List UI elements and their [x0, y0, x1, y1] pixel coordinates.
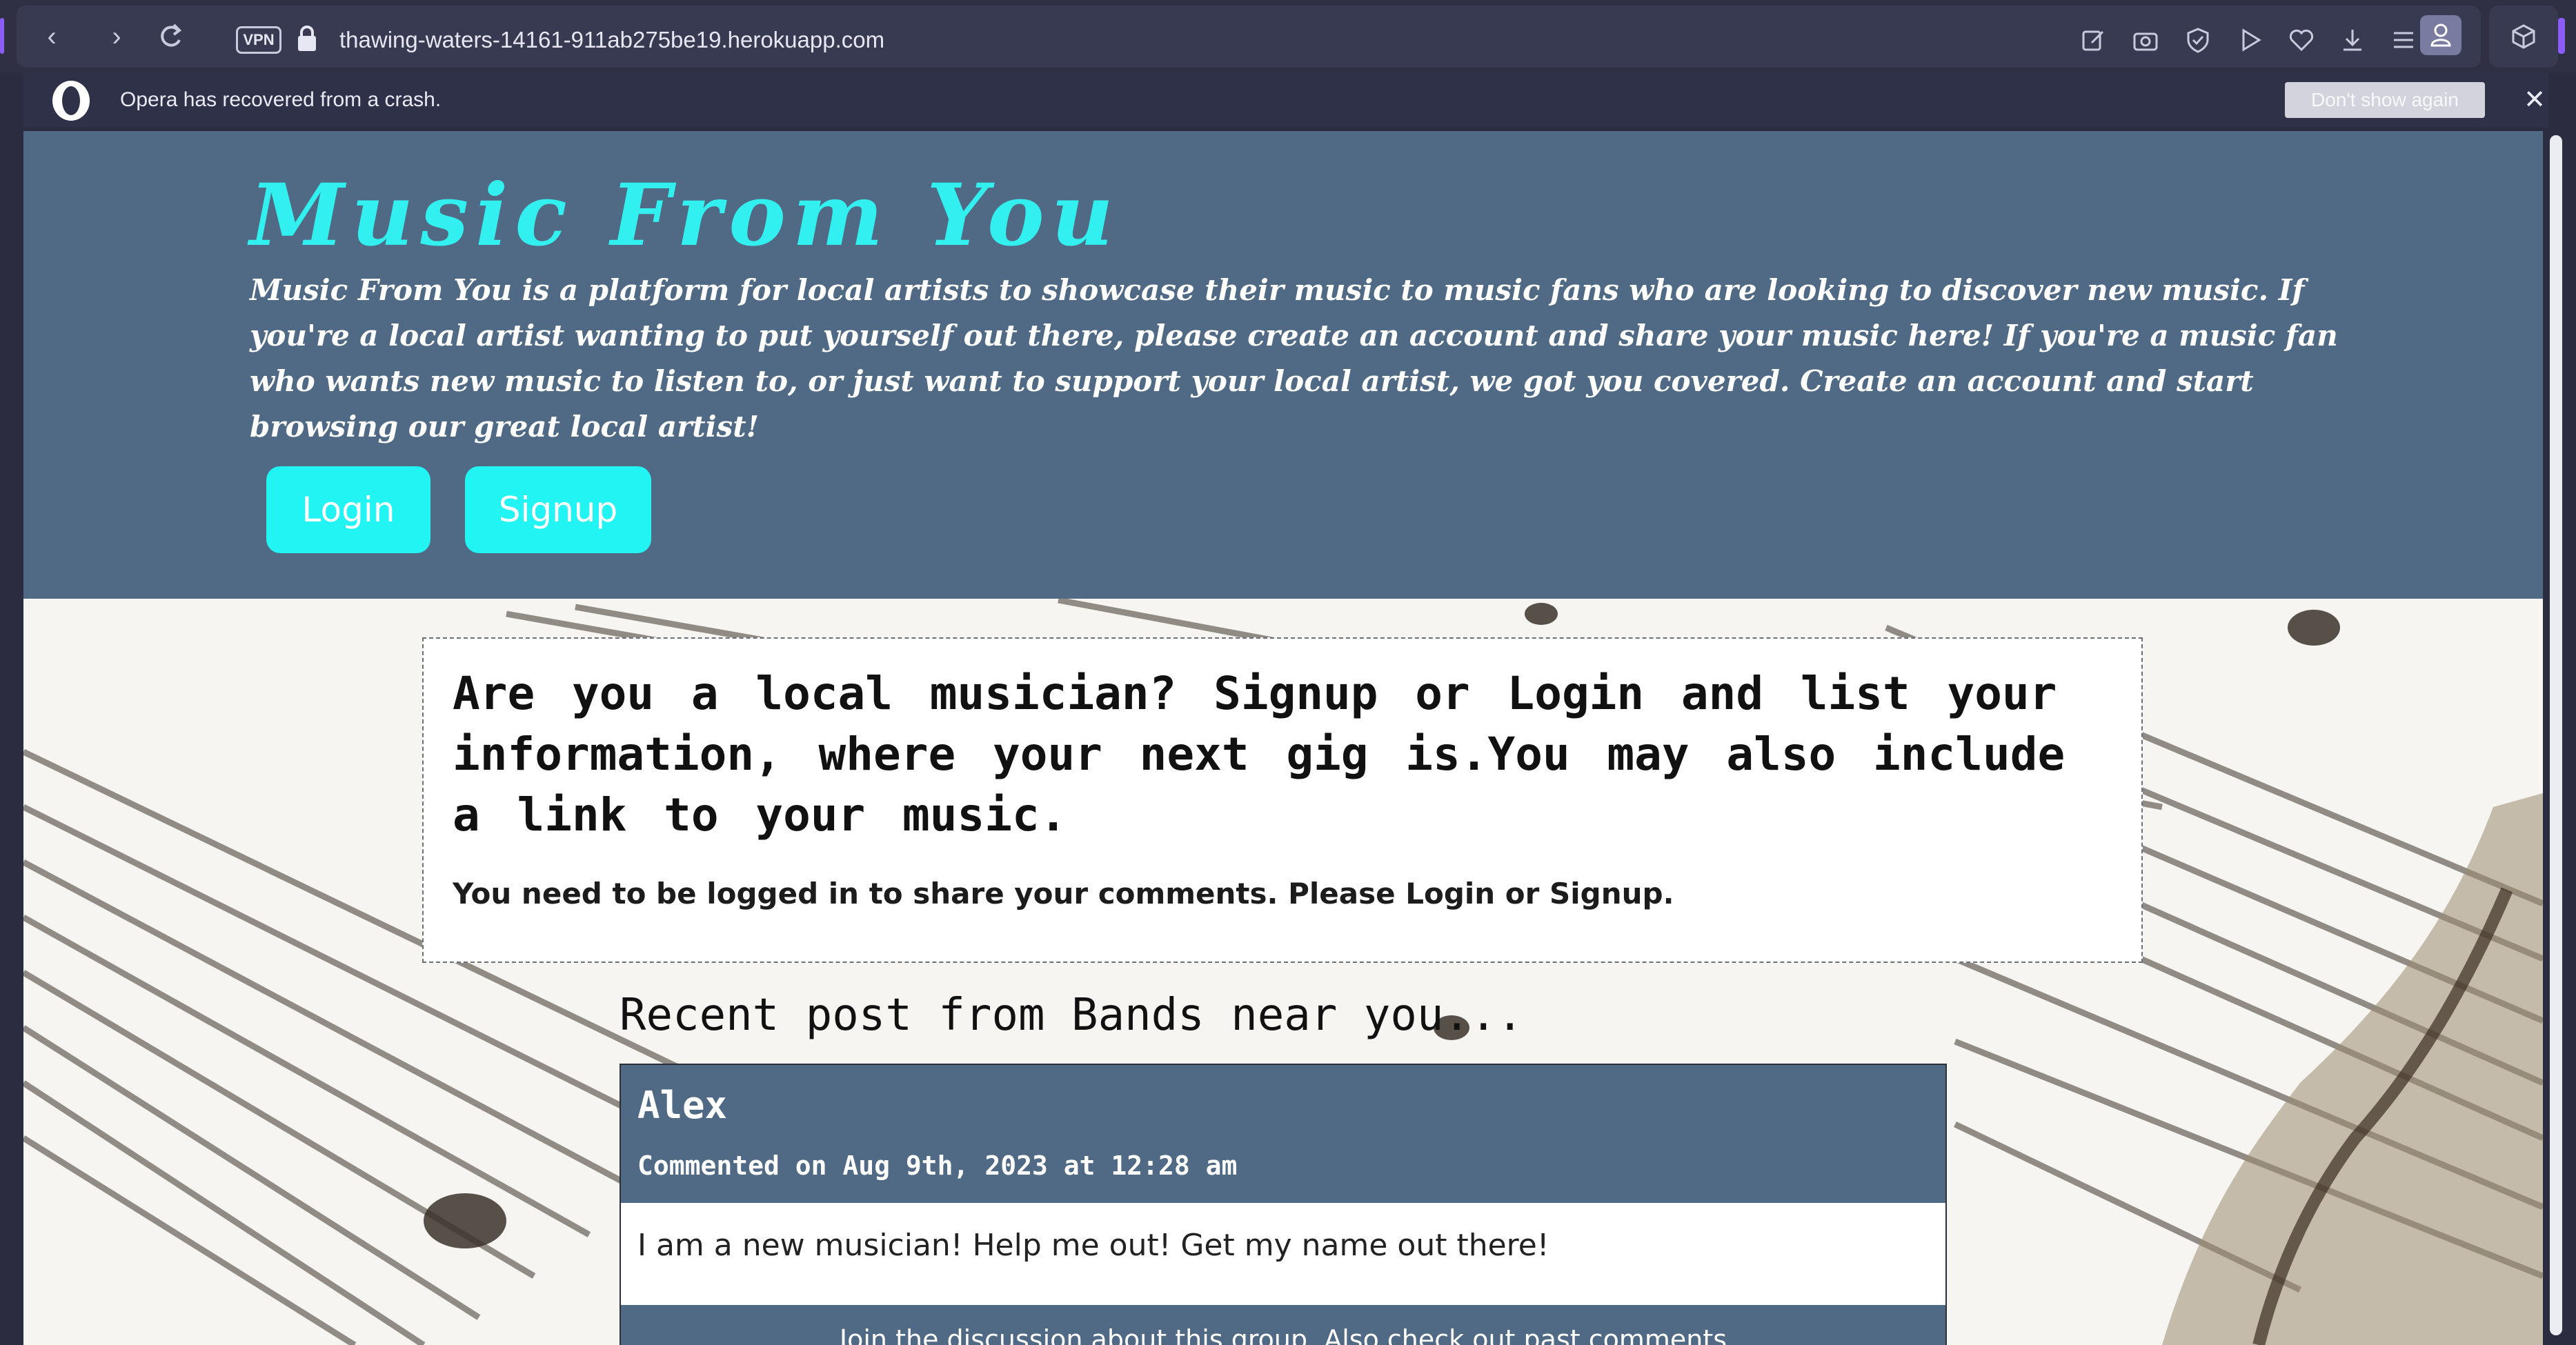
site-header: Music From You Music From You is a platf…: [23, 131, 2543, 599]
musician-info-card: Are you a local musician? Signup or Logi…: [422, 637, 2143, 963]
cube-icon: [2510, 23, 2537, 54]
post-footer[interactable]: Join the discussion about this group. Al…: [621, 1305, 1945, 1345]
reload-icon[interactable]: [153, 19, 188, 54]
profile-icon[interactable]: [2420, 15, 2461, 55]
site-title: Music From You: [250, 166, 1120, 266]
menu-icon[interactable]: [2390, 26, 2417, 54]
post-header: Alex Commented on Aug 9th, 2023 at 12:28…: [621, 1065, 1945, 1203]
crash-message: Opera has recovered from a crash.: [120, 88, 442, 111]
lock-icon[interactable]: [295, 25, 319, 52]
discussion-link[interactable]: Join the discussion about this group. Al…: [621, 1320, 1945, 1345]
forward-icon[interactable]: ›: [99, 19, 134, 54]
camera-icon[interactable]: [2132, 26, 2159, 54]
opera-logo-icon: [50, 79, 92, 122]
browser-toolbar: ‹ › VPN thawing-waters-14161-911ab275be1…: [0, 0, 2576, 72]
url-text[interactable]: thawing-waters-14161-911ab275be19.heroku…: [339, 25, 884, 55]
edit-icon[interactable]: [2079, 26, 2107, 54]
recent-posts-title: Recent post from Bands near you...: [620, 990, 1524, 1041]
site-description: Music From You is a platform for local a…: [250, 273, 2338, 444]
shield-icon[interactable]: [2184, 26, 2212, 54]
sidebar-indicator: [0, 18, 4, 54]
sidebar-accent: [2558, 18, 2565, 54]
address-bar-container: ‹ › VPN thawing-waters-14161-911ab275be1…: [17, 6, 2481, 68]
scrollbar-thumb[interactable]: [2550, 135, 2562, 1335]
dont-show-again-button[interactable]: Don't show again: [2285, 82, 2485, 118]
login-required-note: You need to be logged in to share your c…: [453, 877, 1674, 910]
login-button[interactable]: Login: [266, 466, 430, 553]
post-date: Commented on Aug 9th, 2023 at 12:28 am: [637, 1150, 1238, 1181]
extensions-button[interactable]: [2489, 6, 2558, 68]
play-icon[interactable]: [2237, 26, 2264, 54]
download-icon[interactable]: [2339, 26, 2366, 54]
signup-button[interactable]: Signup: [465, 466, 651, 553]
close-icon[interactable]: ✕: [2517, 82, 2553, 118]
vpn-badge[interactable]: VPN: [236, 26, 281, 54]
card-heading: Are you a local musician? Signup or Logi…: [453, 667, 2065, 841]
crash-info-bar: Opera has recovered from a crash. Don't …: [23, 72, 2548, 128]
post-card: Alex Commented on Aug 9th, 2023 at 12:28…: [620, 1064, 1947, 1345]
page-viewport: Music From You Music From You is a platf…: [23, 131, 2543, 1345]
heart-icon[interactable]: [2288, 26, 2315, 54]
post-author[interactable]: Alex: [637, 1082, 727, 1130]
post-body: I am a new musician! Help me out! Get my…: [637, 1228, 1549, 1263]
back-icon[interactable]: ‹: [34, 19, 69, 54]
